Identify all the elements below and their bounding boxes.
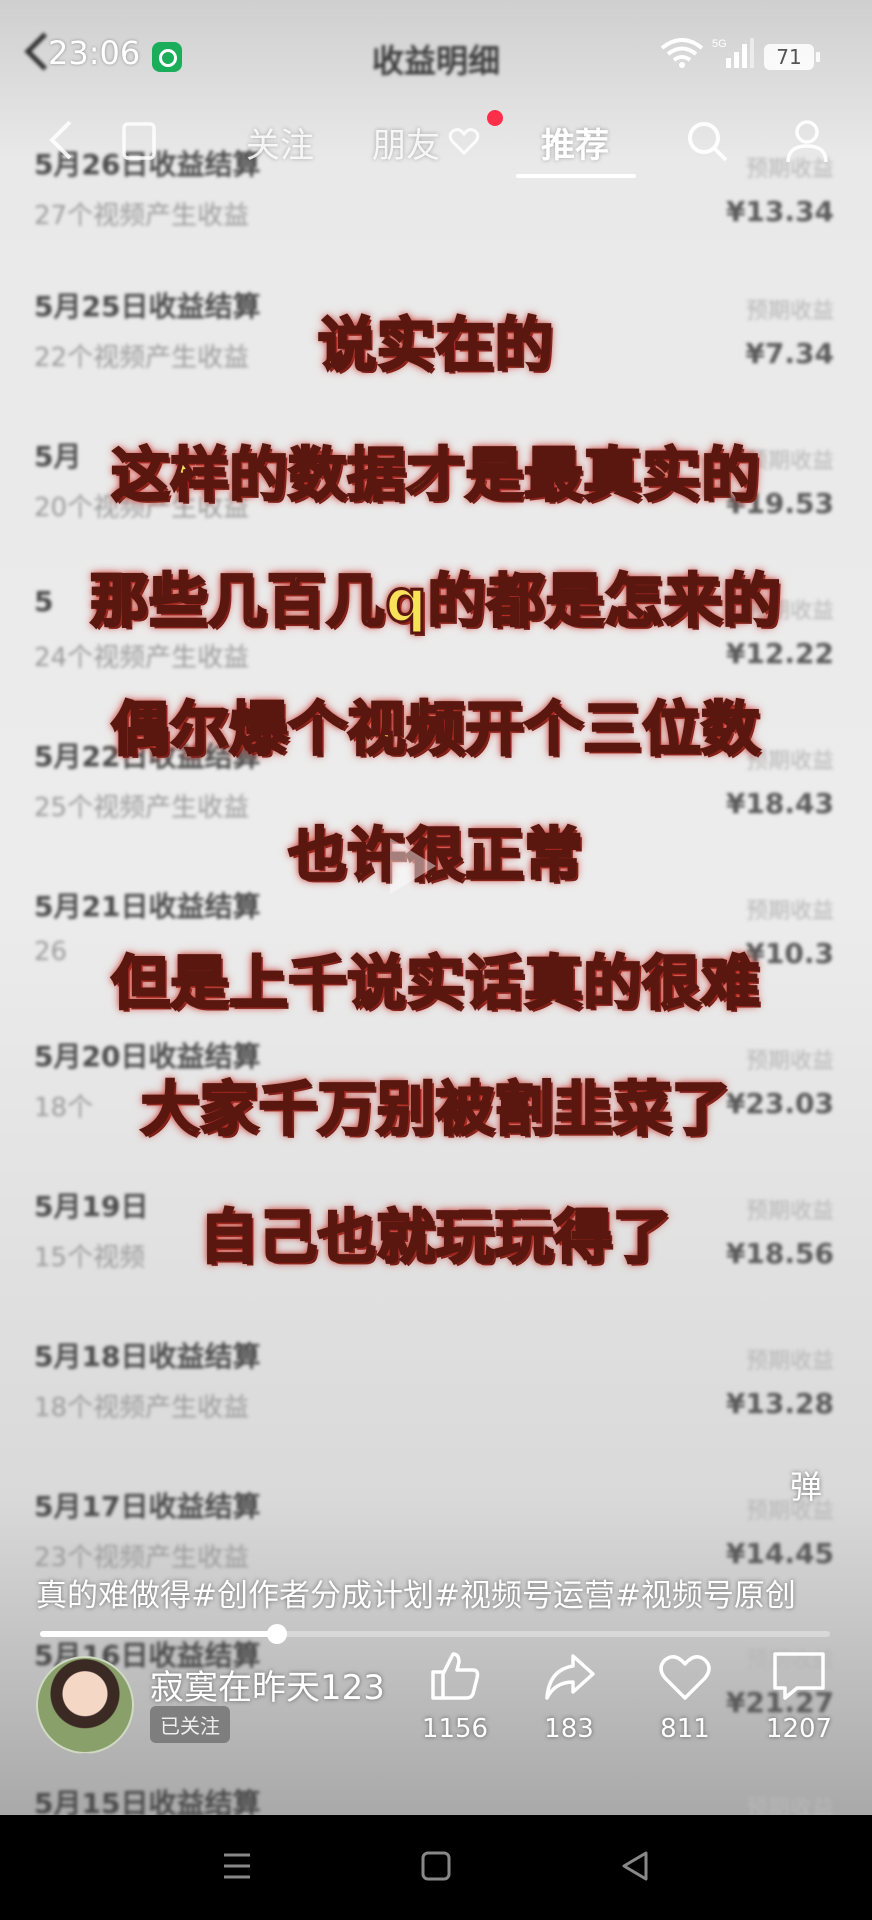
follow-status-badge[interactable]: 已关注: [150, 1706, 230, 1743]
earnings-row-subtitle: 24个视频产生收益: [34, 643, 250, 673]
earnings-row-amount: ¥13.28: [725, 1387, 834, 1420]
status-time: 23:06: [48, 34, 141, 72]
earnings-row-label: 预期收益: [745, 899, 834, 924]
video-caption-line: 那些几百几q的都是怎来的: [89, 566, 783, 637]
earnings-row-amount: ¥14.45: [725, 1537, 834, 1570]
like-count: 1156: [421, 1714, 489, 1744]
author-name[interactable]: 寂寞在昨天123: [150, 1660, 385, 1709]
author-avatar[interactable]: [36, 1656, 134, 1754]
comment-button[interactable]: 1207: [744, 1648, 854, 1744]
profile-icon[interactable]: [784, 116, 830, 164]
video-caption-line: 自己也就玩玩得了: [198, 1202, 672, 1273]
video-caption-line: 偶尔爆个视频开个三位数: [110, 694, 761, 765]
comment-count: 1207: [765, 1714, 833, 1744]
video-caption-line: 但是上千说实话真的很难: [110, 948, 761, 1019]
video-progress-bar[interactable]: [40, 1624, 830, 1644]
back-icon[interactable]: [44, 118, 78, 162]
cellular-signal-icon: 5G: [712, 38, 754, 68]
video-caption-line: 这样的数据才是最真实的: [110, 440, 761, 511]
earnings-row-title: 5月17日收益结算: [34, 1490, 261, 1523]
active-tab-indicator: [516, 174, 636, 178]
earnings-row: 5月18日收益结算 18个视频产生收益 预期收益 ¥13.28: [34, 1335, 834, 1455]
system-nav-bar: [0, 1815, 872, 1920]
favorite-count: 811: [660, 1714, 710, 1744]
earnings-row-amount: ¥13.34: [725, 195, 834, 228]
earnings-row-title: 5月15日收益结算: [34, 1787, 261, 1815]
notification-dot: [487, 110, 503, 126]
favorite-button[interactable]: 811: [630, 1648, 740, 1744]
video-description[interactable]: 真的难做得#创作者分成计划#视频号运营#视频号原创: [36, 1570, 856, 1615]
earnings-row-subtitle: 23个视频产生收益: [34, 1543, 250, 1573]
network-type-label: 5G: [712, 38, 727, 50]
play-icon[interactable]: [390, 838, 436, 894]
back-triangle-icon[interactable]: [618, 1849, 652, 1883]
tab-friends[interactable]: 朋友: [372, 118, 440, 167]
heart-outline-icon: [448, 128, 480, 156]
home-icon[interactable]: [419, 1849, 453, 1883]
search-icon[interactable]: [684, 118, 730, 164]
wifi-icon: [660, 38, 704, 68]
battery-icon: 71: [764, 44, 820, 70]
danmu-toggle[interactable]: 弹: [790, 1462, 822, 1508]
share-count: 183: [544, 1714, 594, 1744]
earnings-row-label: 预期收益: [745, 1796, 834, 1815]
blurred-earnings-page: 收益明细 5月26日收益结算 27个视频产生收益 预期收益 ¥13.34 5月2…: [0, 0, 872, 1815]
share-arrow-icon: [545, 1654, 595, 1700]
video-caption-line: 说实在的: [316, 310, 554, 381]
tv-screen-icon[interactable]: [118, 120, 162, 164]
video-caption-line: 大家千万别被割韭菜了: [139, 1074, 731, 1145]
tab-recommend[interactable]: 推荐: [541, 118, 609, 167]
app-notification-icon: [152, 42, 182, 72]
earnings-row-subtitle: 27个视频产生收益: [34, 201, 250, 231]
comment-bubble-icon: [773, 1652, 825, 1700]
share-button[interactable]: 183: [514, 1648, 624, 1744]
earnings-row-label: 预期收益: [745, 1349, 834, 1374]
menu-icon[interactable]: [220, 1849, 254, 1883]
earnings-row-subtitle: 18个视频产生收益: [34, 1393, 250, 1423]
tab-following[interactable]: 关注: [246, 118, 314, 167]
earnings-row-amount: ¥12.22: [725, 637, 834, 670]
thumbs-up-icon: [431, 1652, 480, 1700]
progress-fill: [40, 1631, 277, 1637]
earnings-row-title: 5月18日收益结算: [34, 1340, 261, 1373]
earnings-row: 5月15日收益结算 预期收益: [34, 1782, 834, 1815]
heart-icon: [659, 1655, 711, 1700]
background-video-frame: 收益明细 5月26日收益结算 27个视频产生收益 预期收益 ¥13.34 5月2…: [0, 0, 872, 1815]
like-button[interactable]: 1156: [400, 1648, 510, 1744]
progress-knob[interactable]: [267, 1624, 287, 1644]
status-bar: 23:06 5G 71: [0, 0, 872, 110]
video-caption-line: 也许很正常: [287, 820, 584, 891]
